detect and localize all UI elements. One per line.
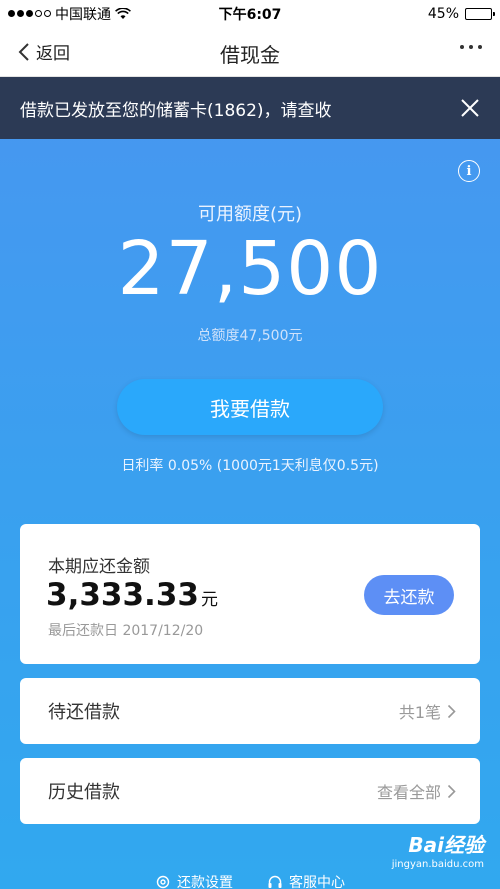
view-all-text: 查看全部 (376, 783, 441, 802)
page-title: 借现金 (220, 43, 280, 67)
due-amount-value: 3,333.33 (46, 577, 199, 613)
pending-loans-label: 待还借款 (48, 702, 120, 723)
status-left: 中国联通 (8, 4, 131, 24)
pending-loans-value-group: 共1笔 (399, 699, 456, 723)
total-credit-text: 总额度47,500元 (197, 328, 303, 344)
headset-icon (268, 875, 282, 888)
status-bar: 中国联通 下午6:07 45% (0, 0, 500, 27)
baidu-jingyan-watermark: Bai经验 jingyan.baidu.com (392, 832, 484, 871)
daily-rate-text: 日利率 0.05% (1000元1天利息仅0.5元) (121, 458, 379, 474)
loan-history-row[interactable]: 历史借款 查看全部 (20, 758, 480, 824)
navigation-bar: 返回 借现金 (0, 27, 500, 77)
carrier-name: 中国联通 (55, 6, 111, 23)
customer-service-label: 客服中心 (289, 875, 345, 889)
repayment-settings-link[interactable]: 还款设置 (155, 872, 233, 889)
due-amount-label: 本期应还金额 (48, 557, 150, 577)
battery-percent: 45% (427, 5, 459, 22)
due-amount-unit: 元 (200, 590, 218, 610)
loan-history-label: 历史借款 (48, 782, 120, 803)
due-date-text: 最后还款日 2017/12/20 (48, 623, 204, 639)
loan-history-value-group: 查看全部 (377, 779, 456, 803)
repay-button[interactable]: 去还款 (364, 575, 454, 615)
due-amount: 3,333.33 元 (46, 577, 218, 613)
gear-icon (156, 875, 170, 889)
repayment-settings-label: 还款设置 (177, 875, 233, 889)
signal-strength-icon (8, 10, 51, 17)
footer-links: 还款设置 客服中心 (0, 872, 500, 889)
close-icon[interactable] (458, 96, 482, 120)
battery-icon (465, 7, 495, 20)
pending-loans-row[interactable]: 待还借款 共1笔 (20, 678, 480, 744)
more-options-icon[interactable] (460, 45, 482, 49)
pending-loans-count: 共1笔 (398, 703, 441, 722)
customer-service-link[interactable]: 客服中心 (267, 872, 345, 889)
watermark-sub: jingyan.baidu.com (391, 859, 484, 870)
status-right: 45% (427, 5, 495, 22)
borrow-button[interactable]: 我要借款 (117, 379, 383, 435)
chevron-right-icon (447, 784, 456, 798)
notice-text: 借款已发放至您的储蓄卡(1862)，请查收 (20, 100, 332, 121)
watermark-main: Bai经验 (408, 833, 484, 857)
info-icon[interactable]: i (458, 160, 480, 182)
chevron-right-icon (447, 704, 456, 718)
available-credit-amount: 27,500 (117, 226, 383, 312)
notice-banner: 借款已发放至您的储蓄卡(1862)，请查收 (0, 77, 500, 139)
available-credit-label: 可用额度(元) (197, 204, 303, 225)
wifi-icon (115, 7, 131, 19)
repayment-due-card: 本期应还金额 3,333.33 元 最后还款日 2017/12/20 去还款 (20, 524, 480, 664)
